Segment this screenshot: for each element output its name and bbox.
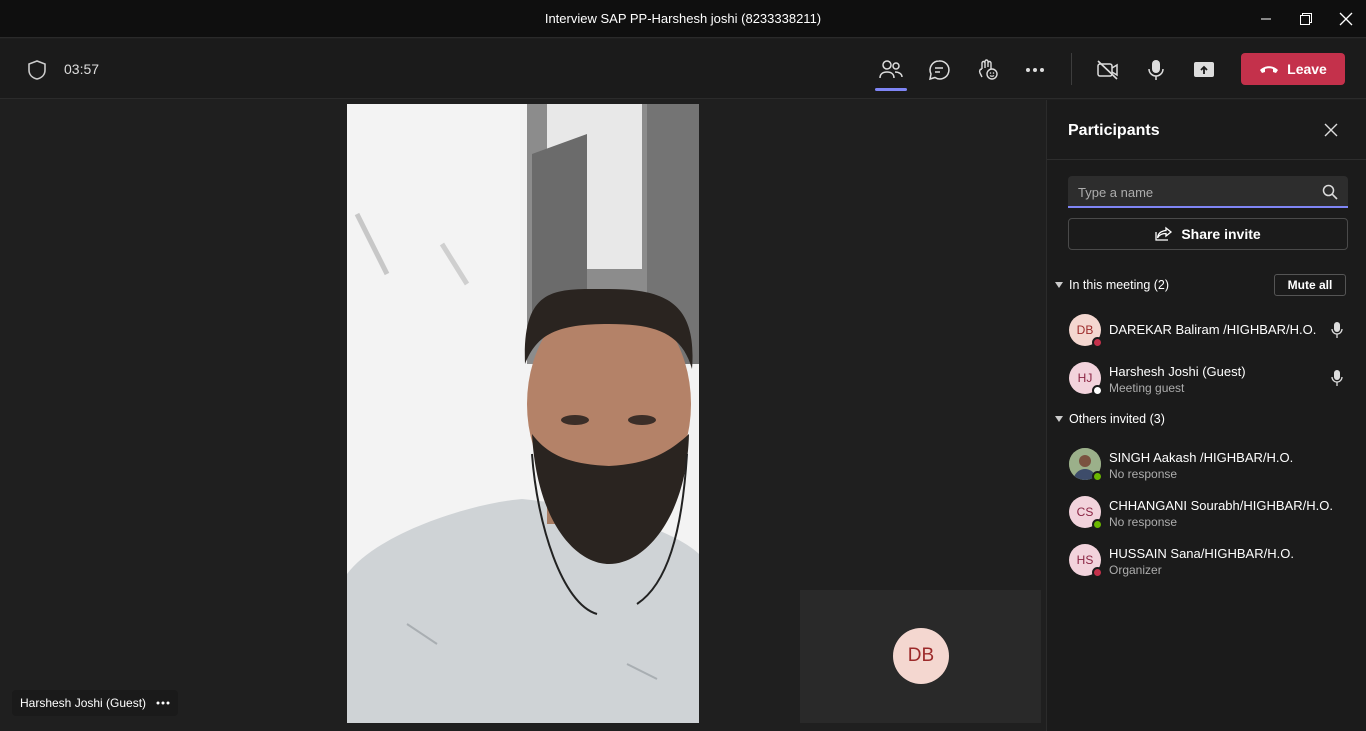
participants-panel: Participants Share invite In this meetin… <box>1046 100 1366 731</box>
available-status-icon <box>1092 471 1103 482</box>
avatar-initials: HJ <box>1077 371 1093 385</box>
avatar: CS <box>1069 496 1103 530</box>
share-icon <box>1155 226 1173 241</box>
in-meeting-header[interactable]: In this meeting (2) <box>1055 278 1169 292</box>
shield-icon <box>26 59 48 86</box>
camera-off-icon[interactable] <box>1093 55 1123 85</box>
speaker-name: Harshesh Joshi (Guest) <box>20 696 147 710</box>
meeting-toolbar: 03:57 Leave <box>0 39 1366 99</box>
participant-role: Organizer <box>1109 563 1162 577</box>
avatar-initials: DB <box>1076 323 1094 337</box>
chat-icon[interactable] <box>924 55 954 85</box>
collapse-chevron-icon <box>1055 416 1063 422</box>
participant-name: DAREKAR Baliram /HIGHBAR/H.O. <box>1109 322 1317 337</box>
participant-name: Harshesh Joshi (Guest) <box>1109 364 1246 379</box>
busy-status-icon <box>1092 337 1103 348</box>
participant-row[interactable]: DB DAREKAR Baliram /HIGHBAR/H.O. <box>1047 306 1366 354</box>
more-options-icon[interactable] <box>156 701 170 705</box>
search-field[interactable] <box>1068 176 1348 208</box>
participant-row[interactable]: HJ Harshesh Joshi (Guest) Meeting guest <box>1047 354 1366 402</box>
participant-row[interactable]: CS CHHANGANI Sourabh/HIGHBAR/H.O. No res… <box>1047 488 1366 536</box>
participant-row[interactable]: SINGH Aakash /HIGHBAR/H.O. No response <box>1047 440 1366 488</box>
window-title: Interview SAP PP-Harshesh joshi (8233338… <box>544 11 822 26</box>
avatar-initials: HS <box>1076 553 1094 567</box>
mute-all-button[interactable]: Mute all <box>1274 274 1346 296</box>
more-icon[interactable] <box>1020 55 1050 85</box>
close-panel-icon[interactable] <box>1323 122 1339 143</box>
busy-status-icon <box>1092 567 1103 578</box>
panel-title: Participants <box>1068 122 1160 139</box>
microphone-icon[interactable] <box>1141 55 1171 85</box>
others-invited-label: Others invited (3) <box>1069 412 1165 426</box>
microphone-icon <box>1331 369 1343 392</box>
participant-row[interactable]: HS HUSSAIN Sana/HIGHBAR/H.O. Organizer <box>1047 536 1366 584</box>
reactions-icon[interactable] <box>972 55 1002 85</box>
unknown-status-icon <box>1092 385 1103 396</box>
participant-name: HUSSAIN Sana/HIGHBAR/H.O. <box>1109 546 1294 561</box>
leave-button[interactable]: Leave <box>1241 53 1345 85</box>
search-icon[interactable] <box>1322 184 1338 205</box>
speaker-name-chip[interactable]: Harshesh Joshi (Guest) <box>12 690 179 716</box>
close-icon[interactable] <box>1334 8 1358 30</box>
participant-name: CHHANGANI Sourabh/HIGHBAR/H.O. <box>1109 498 1333 513</box>
self-avatar: DB <box>893 628 949 684</box>
participant-status: No response <box>1109 467 1178 481</box>
people-icon[interactable] <box>875 55 907 91</box>
hang-up-icon <box>1260 66 1279 73</box>
avatar-photo <box>1069 448 1103 482</box>
self-view-tile[interactable]: DB <box>800 590 1041 723</box>
participant-status: No response <box>1109 515 1178 529</box>
meeting-timer: 03:57 <box>64 61 100 77</box>
toolbar-divider <box>1071 53 1072 85</box>
video-stage: Harshesh Joshi (Guest) DB <box>0 100 1046 731</box>
participant-name: SINGH Aakash /HIGHBAR/H.O. <box>1109 450 1294 465</box>
panel-divider <box>1047 159 1366 160</box>
available-status-icon <box>1092 519 1103 530</box>
microphone-icon <box>1331 321 1343 344</box>
search-input[interactable] <box>1078 182 1308 202</box>
others-invited-header[interactable]: Others invited (3) <box>1055 412 1165 426</box>
avatar: DB <box>1069 314 1103 348</box>
in-meeting-label: In this meeting (2) <box>1069 278 1170 292</box>
title-bar: Interview SAP PP-Harshesh joshi (8233338… <box>0 0 1366 38</box>
participant-role: Meeting guest <box>1109 381 1185 395</box>
avatar-initials: CS <box>1076 505 1094 519</box>
collapse-chevron-icon <box>1055 282 1063 288</box>
leave-label: Leave <box>1287 61 1327 77</box>
minimize-icon[interactable] <box>1254 8 1278 30</box>
participant-video[interactable] <box>347 104 699 723</box>
share-invite-label: Share invite <box>1181 226 1261 242</box>
restore-icon[interactable] <box>1294 8 1318 30</box>
avatar: HS <box>1069 544 1103 578</box>
share-invite-button[interactable]: Share invite <box>1068 218 1348 250</box>
avatar: HJ <box>1069 362 1103 396</box>
share-screen-icon[interactable] <box>1189 55 1219 85</box>
